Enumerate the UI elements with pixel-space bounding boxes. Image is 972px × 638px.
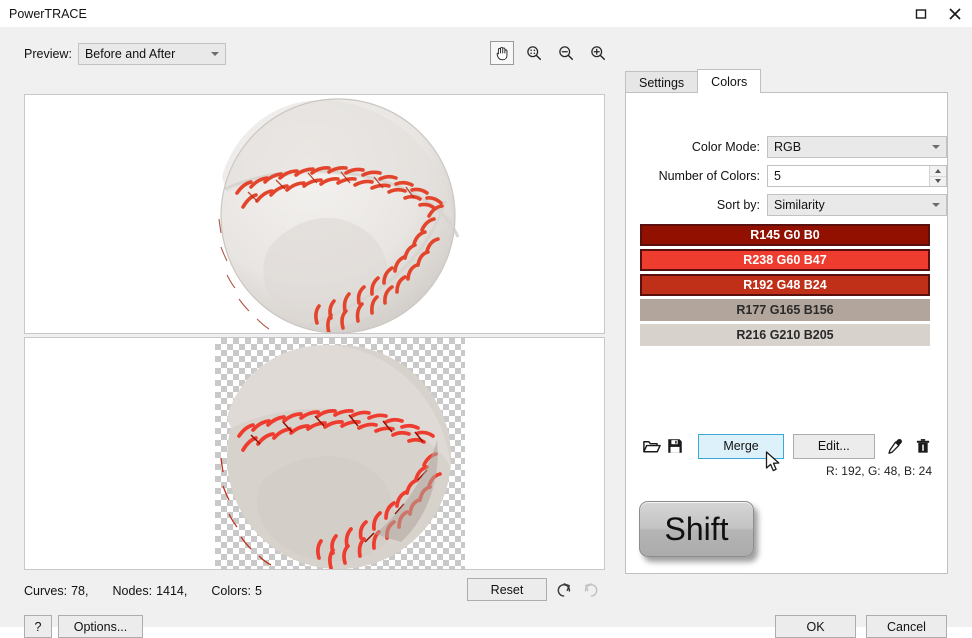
color-swatch-label: R216 G210 B205 (736, 328, 834, 342)
delete-color-button[interactable] (911, 433, 935, 459)
stepper-decrement-button[interactable] (930, 176, 946, 186)
nodes-label: Nodes: (112, 584, 153, 598)
undo-icon (557, 582, 571, 597)
colors-label: Colors: (211, 584, 251, 598)
save-floppy-icon (668, 439, 683, 453)
zoom-out-tool[interactable] (554, 41, 578, 65)
stepper-increment-button[interactable] (930, 166, 946, 177)
zoom-fit-icon (527, 46, 542, 61)
curves-value: 78, (71, 584, 89, 598)
sort-by-label: Sort by: (716, 198, 760, 212)
list-item[interactable]: R216 G210 B205 (640, 324, 930, 346)
nodes-value: 1414, (156, 584, 188, 598)
edit-button-label: Edit... (817, 439, 850, 453)
shift-keycap-label: Shift (664, 510, 729, 547)
number-of-colors-value: 5 (774, 169, 781, 183)
list-item[interactable]: R192 G48 B24 (640, 274, 930, 296)
color-swatch-list: R145 G0 B0 R238 G60 B47 R192 G48 B24 R17… (640, 224, 930, 349)
chevron-down-icon (932, 203, 940, 207)
color-mode-select[interactable]: RGB (767, 136, 947, 158)
preview-mode-value: Before and After (84, 46, 176, 61)
window-controls (904, 0, 972, 27)
zoom-toolbar (490, 40, 610, 66)
sort-by-row: Sort by: Similarity (626, 193, 947, 217)
chevron-down-icon (210, 51, 219, 56)
list-item[interactable]: R145 G0 B0 (640, 224, 930, 246)
baseball-traced-image (220, 345, 451, 569)
zoom-in-tool[interactable] (586, 41, 610, 65)
number-of-colors-row: Number of Colors: 5 (626, 164, 947, 188)
number-of-colors-stepper (929, 166, 946, 186)
colors-value: 5 (254, 584, 262, 598)
curves-label: Curves: (24, 584, 68, 598)
preview-mode-row: Preview: Before and After (24, 41, 229, 66)
color-swatch-label: R145 G0 B0 (750, 228, 820, 242)
triangle-down-icon (935, 179, 941, 184)
shift-keycap-overlay: Shift (639, 501, 754, 557)
zoom-in-icon (591, 46, 606, 61)
eyedropper-icon (888, 438, 903, 454)
redo-icon (584, 582, 598, 597)
edit-button[interactable]: Edit... (792, 433, 875, 459)
color-actions-row: Merge Edit... (640, 433, 935, 459)
zoom-fit-tool[interactable] (522, 41, 546, 65)
folder-open-icon (643, 440, 662, 452)
powertrace-dialog: Preview: Before and After Curves: 78, No… (0, 27, 972, 638)
number-of-colors-label: Number of Colors: (658, 169, 760, 183)
close-icon (949, 7, 961, 20)
merge-button-label: Merge (723, 439, 759, 453)
number-of-colors-input[interactable]: 5 (767, 165, 947, 187)
preview-pane-before[interactable] (24, 94, 605, 334)
sort-by-value: Similarity (774, 198, 825, 212)
chevron-down-icon (932, 145, 940, 149)
tab-colors[interactable]: Colors (697, 69, 762, 93)
preview-pane-after[interactable] (24, 337, 605, 570)
close-button[interactable] (938, 0, 972, 27)
merge-button[interactable]: Merge (698, 433, 784, 459)
rgb-readout: R: 192, G: 48, B: 24 (825, 464, 932, 478)
trash-icon (917, 439, 930, 453)
reset-button[interactable]: Reset (467, 578, 547, 601)
save-palette-button[interactable] (664, 433, 688, 459)
sort-by-control: Similarity (767, 194, 947, 216)
preview-label: Preview: (24, 46, 72, 61)
color-mode-row: Color Mode: RGB (626, 135, 947, 159)
tab-settings[interactable]: Settings (625, 71, 699, 93)
pan-tool[interactable] (490, 41, 514, 65)
undo-button[interactable] (552, 578, 576, 601)
color-swatch-label: R238 G60 B47 (743, 253, 827, 267)
title-bar: PowerTRACE (0, 0, 972, 27)
number-of-colors-control: 5 (767, 165, 947, 187)
open-palette-button[interactable] (640, 433, 664, 459)
panel-tabs: Settings Colors (625, 69, 948, 93)
window-title: PowerTRACE (9, 6, 87, 21)
triangle-up-icon (935, 168, 941, 173)
zoom-out-icon (559, 46, 574, 61)
baseball-original-image (218, 98, 460, 333)
trace-stats: Curves: 78, Nodes: 1414, Colors: 5 (24, 581, 266, 601)
list-item[interactable]: R238 G60 B47 (640, 249, 930, 271)
maximize-icon (915, 8, 927, 19)
maximize-button[interactable] (904, 0, 938, 27)
list-item[interactable]: R177 G165 B156 (640, 299, 930, 321)
color-swatch-label: R177 G165 B156 (736, 303, 834, 317)
redo-button[interactable] (579, 578, 603, 601)
color-swatch-label: R192 G48 B24 (743, 278, 827, 292)
sort-by-select[interactable]: Similarity (767, 194, 947, 216)
eyedropper-button[interactable] (884, 433, 908, 459)
hand-icon (496, 46, 508, 61)
preview-mode-select[interactable]: Before and After (77, 42, 226, 65)
color-mode-value: RGB (774, 140, 802, 154)
color-mode-label: Color Mode: (691, 140, 760, 154)
color-mode-control: RGB (767, 136, 947, 158)
